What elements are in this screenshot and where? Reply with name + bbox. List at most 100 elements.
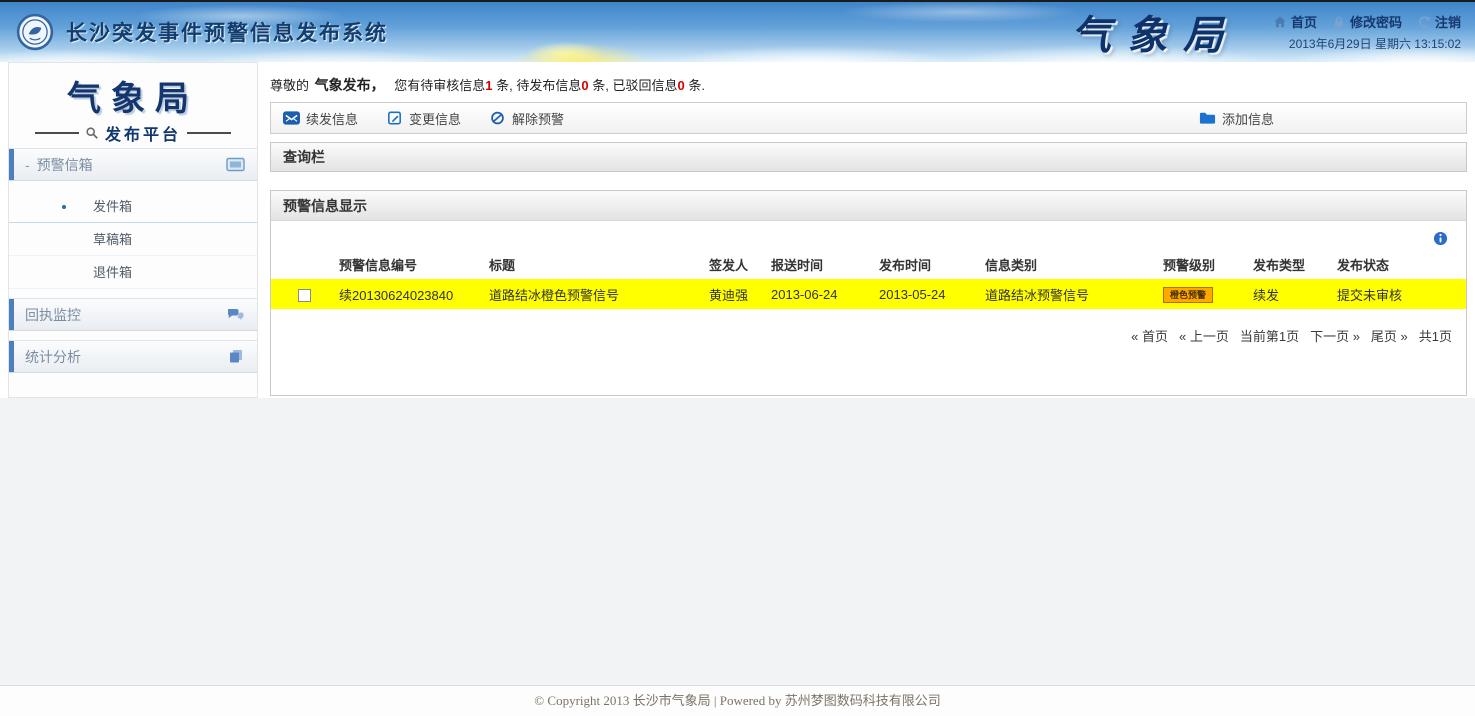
mailbox-icon	[226, 157, 245, 172]
left-rule	[35, 132, 79, 134]
system-title: 长沙突发事件预警信息发布系统	[66, 17, 388, 47]
nav-logout[interactable]: 注销	[1417, 12, 1461, 31]
sidebar-item-label: 发件箱	[93, 199, 132, 214]
page-current: 当前第1页	[1240, 326, 1299, 345]
cell-publish-time: 2013-05-24	[877, 279, 983, 309]
page-total: 共1页	[1419, 326, 1452, 345]
cell-category: 道路结冰预警信号	[983, 279, 1161, 309]
documents-icon	[226, 349, 245, 364]
envelope-icon	[283, 111, 300, 125]
content-band: 气象局 发布平台 - 预警信箱 发件箱	[0, 62, 1475, 398]
sidebar-item-label: 回执监控	[25, 305, 81, 325]
sidebar-item-drafts[interactable]: 草稿箱	[9, 223, 257, 256]
resend-info-button[interactable]: 续发信息	[283, 109, 358, 128]
sidebar-item-label: 草稿箱	[93, 232, 132, 247]
nav-change-password-label: 修改密码	[1350, 12, 1402, 31]
logout-icon	[1417, 15, 1431, 29]
cell-submit-time: 2013-06-24	[769, 279, 877, 309]
count-pending-publish: 0	[581, 78, 588, 93]
table-header-row: 预警信息编号 标题 签发人 报送时间 发布时间 信息类别 预警级别 发布类型 发…	[271, 249, 1466, 279]
datetime: 2013年6月29日 星期六 13:15:02	[1273, 35, 1461, 52]
page-first[interactable]: « 首页	[1131, 326, 1168, 345]
header-title: 标题	[487, 249, 707, 279]
footer: © Copyright 2013 长沙市气象局 | Powered by 苏州梦…	[0, 685, 1475, 716]
cell-publish-type: 续发	[1251, 279, 1335, 309]
sidebar-item-statistics[interactable]: 统计分析	[9, 340, 257, 373]
panel-body: 预警信息编号 标题 签发人 报送时间 发布时间 信息类别 预警级别 发布类型 发…	[271, 227, 1466, 345]
toolbar-left-group: 续发信息 变更信息 解除预警	[283, 109, 564, 128]
warning-table: 预警信息编号 标题 签发人 报送时间 发布时间 信息类别 预警级别 发布类型 发…	[271, 249, 1466, 309]
accent-bar	[9, 149, 14, 180]
add-info-label: 添加信息	[1222, 109, 1274, 128]
emblem-icon	[16, 13, 54, 51]
greeting-text-rejected: 条, 已驳回信息	[592, 78, 677, 93]
lock-icon	[1332, 15, 1346, 29]
sidebar-item-returned[interactable]: 退件箱	[9, 256, 257, 289]
warning-info-panel: 预警信息显示	[270, 190, 1467, 396]
info-icon[interactable]	[1433, 231, 1448, 246]
header-submit-time: 报送时间	[769, 249, 877, 279]
greeting: 尊敬的 气象发布， 您有待审核信息1 条, 待发布信息0 条, 已驳回信息0 条…	[270, 75, 1467, 95]
page-next[interactable]: 下一页 »	[1310, 326, 1360, 345]
header-publish-time: 发布时间	[877, 249, 983, 279]
accent-bar	[9, 299, 14, 330]
copyright-text: © Copyright 2013 长沙市气象局 | Powered by 苏州梦…	[534, 693, 940, 708]
panel-header: 预警信息显示	[271, 191, 1466, 221]
table-row[interactable]: 续20130624023840 道路结冰橙色预警信号 黄迪强 2013-06-2…	[271, 279, 1466, 309]
folder-icon	[1199, 111, 1216, 125]
chat-bubbles-icon	[226, 307, 245, 322]
main-content: 尊敬的 气象发布， 您有待审核信息1 条, 待发布信息0 条, 已驳回信息0 条…	[270, 62, 1467, 398]
greeting-text-publish: 条, 待发布信息	[496, 78, 581, 93]
pagination: « 首页 « 上一页 当前第1页 下一页 » 尾页 » 共1页	[271, 326, 1466, 345]
nav-home-label: 首页	[1291, 12, 1317, 31]
search-icon	[85, 126, 99, 140]
header: 长沙突发事件预警信息发布系统 气象局 首页 修改密码 注销	[0, 2, 1475, 62]
home-icon	[1273, 15, 1287, 29]
modify-info-label: 变更信息	[409, 109, 461, 128]
nav-change-password[interactable]: 修改密码	[1332, 12, 1402, 31]
header-left: 长沙突发事件预警信息发布系统	[16, 13, 388, 51]
nav-logout-label: 注销	[1435, 12, 1461, 31]
query-bar-title: 查询栏	[283, 147, 325, 167]
remove-warning-label: 解除预警	[512, 109, 564, 128]
sidebar-item-label: 统计分析	[25, 347, 81, 367]
page-last[interactable]: 尾页 »	[1371, 326, 1408, 345]
page: 长沙突发事件预警信息发布系统 气象局 首页 修改密码 注销	[0, 0, 1475, 716]
nav-links: 首页 修改密码 注销	[1273, 12, 1461, 31]
warning-level-badge: 橙色预警	[1163, 287, 1213, 303]
resend-info-label: 续发信息	[306, 109, 358, 128]
brand-title: 气象局	[1071, 3, 1239, 61]
greeting-prefix: 尊敬的	[270, 78, 309, 93]
sidebar-item-receipt-monitor[interactable]: 回执监控	[9, 298, 257, 331]
sidebar-item-label: 退件箱	[93, 265, 132, 280]
greeting-text-review: 您有待审核信息	[394, 78, 485, 93]
nav-home[interactable]: 首页	[1273, 12, 1317, 31]
row-checkbox[interactable]	[298, 289, 311, 302]
modify-info-button[interactable]: 变更信息	[386, 109, 461, 128]
header-warning-id: 预警信息编号	[337, 249, 487, 279]
header-publish-type: 发布类型	[1251, 249, 1335, 279]
sidebar-logo-title: 气象局	[9, 71, 257, 120]
cell-title: 道路结冰橙色预警信号	[487, 279, 707, 309]
sidebar-item-outbox[interactable]: 发件箱	[9, 190, 257, 223]
accent-bar	[9, 341, 14, 372]
greeting-suffix: 条.	[688, 78, 705, 93]
remove-warning-button[interactable]: 解除预警	[489, 109, 564, 128]
collapse-indicator: -	[25, 157, 30, 173]
warning-mailbox-submenu: 发件箱 草稿箱 退件箱	[9, 181, 257, 289]
info-row	[271, 227, 1466, 249]
right-rule	[187, 132, 231, 134]
header-checkbox-col	[271, 249, 337, 279]
add-info-button[interactable]: 添加信息	[1199, 109, 1274, 128]
greeting-username: 气象发布，	[315, 77, 385, 93]
sidebar: 气象局 发布平台 - 预警信箱 发件箱	[8, 62, 258, 398]
sidebar-item-warning-mailbox[interactable]: - 预警信箱	[9, 148, 257, 181]
cell-warning-id: 续20130624023840	[337, 279, 487, 309]
header-status: 发布状态	[1335, 249, 1466, 279]
header-nav: 首页 修改密码 注销 2013年6月29日 星期六 13:15:02	[1273, 12, 1461, 52]
count-rejected: 0	[677, 78, 684, 93]
page-prev[interactable]: « 上一页	[1179, 326, 1229, 345]
count-pending-review: 1	[485, 78, 492, 93]
query-bar: 查询栏	[270, 142, 1467, 172]
header-issuer: 签发人	[707, 249, 769, 279]
